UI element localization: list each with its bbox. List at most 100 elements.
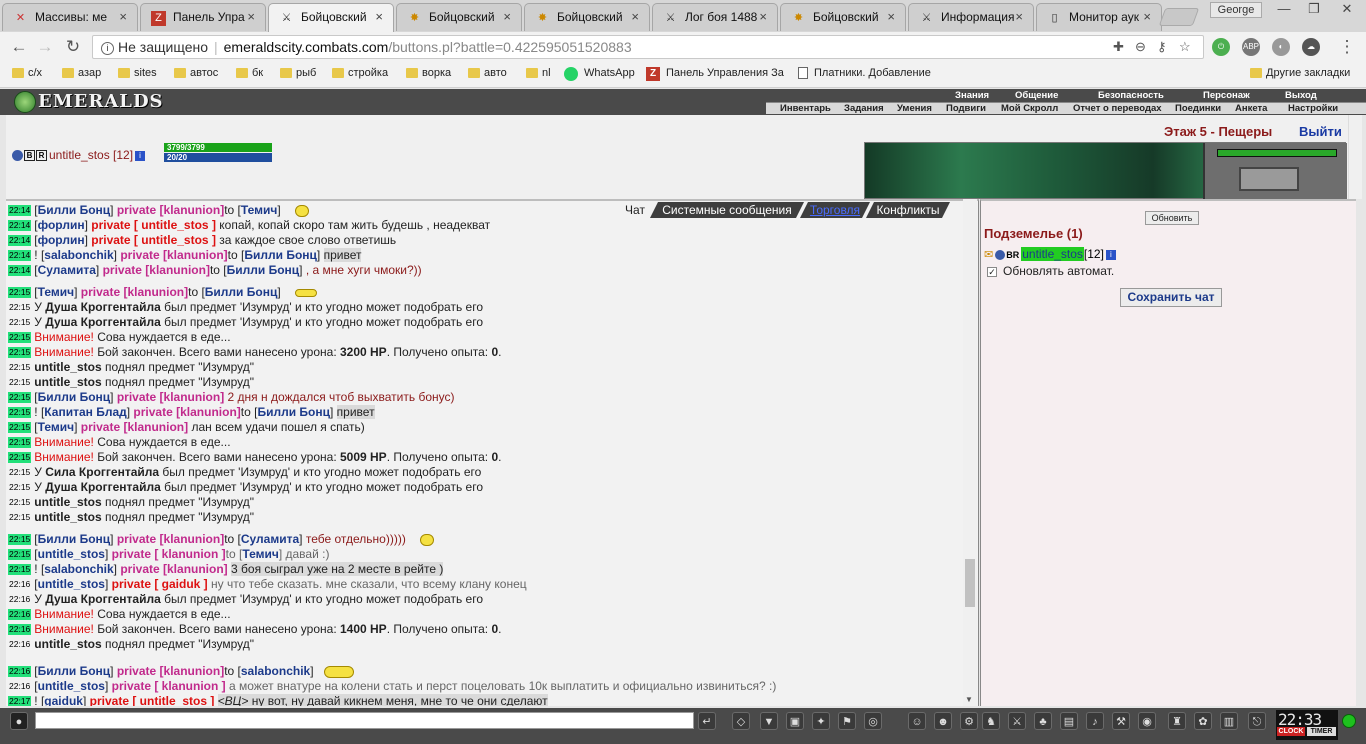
close-icon[interactable]: × [247, 9, 255, 24]
submenu-skills[interactable]: Умения [897, 103, 932, 114]
bookmark-folder[interactable]: nl [526, 67, 551, 79]
profile-button[interactable]: George [1210, 2, 1262, 18]
filter-icon[interactable]: ▼ [760, 712, 778, 730]
bookmark-star-icon[interactable]: ☆ [1179, 36, 1191, 58]
submenu-inventory[interactable]: Инвентарь [780, 103, 831, 114]
menu-communication[interactable]: Общение [1015, 90, 1058, 101]
bookmark-folder[interactable]: авто [468, 67, 507, 79]
info-icon[interactable]: i [101, 42, 114, 55]
bookmark-folder[interactable]: рыб [280, 67, 316, 79]
bookmark-folder[interactable]: стройка [332, 67, 388, 79]
browser-tab[interactable]: ▯ Монитор аук × [1036, 3, 1162, 31]
bookmark-folder[interactable]: ворка [406, 67, 451, 79]
tab-chat[interactable]: Чат [616, 202, 654, 218]
extension-icon[interactable]: ⏻ [1212, 38, 1230, 56]
bookmark-folder[interactable]: автос [174, 67, 218, 79]
info-icon[interactable]: i [135, 150, 146, 161]
save-chat-button[interactable]: Сохранить чат [1120, 288, 1222, 307]
eraser-icon[interactable]: ◇ [732, 712, 750, 730]
browser-tab[interactable]: ✸ Бойцовский × [396, 3, 522, 31]
close-icon[interactable]: × [119, 9, 127, 24]
save-icon[interactable]: ▣ [786, 712, 804, 730]
player-icon[interactable]: ● [10, 712, 28, 730]
menu-character[interactable]: Персонаж [1203, 90, 1250, 101]
bookmark-folder[interactable]: с/х [12, 67, 42, 79]
menu-knowledge[interactable]: Знания [955, 90, 989, 101]
tab-trade[interactable]: Торговля [800, 202, 870, 218]
book-icon[interactable]: ▥ [1220, 712, 1238, 730]
settings-icon[interactable]: ⚙ [960, 712, 978, 730]
shield-icon[interactable]: ◎ [864, 712, 882, 730]
refresh-button[interactable]: Обновить [1145, 211, 1199, 225]
clock-button[interactable]: CLOCK [1277, 727, 1305, 736]
exit-door-icon[interactable]: ⎋ [1248, 712, 1266, 730]
browser-tab-active[interactable]: ⚔ Бойцовский × [268, 3, 394, 32]
browser-tab[interactable]: ✸ Бойцовский × [780, 3, 906, 31]
bookmark-link[interactable]: Платники. Добавление [798, 67, 931, 79]
submenu-duels[interactable]: Поединки [1175, 103, 1221, 114]
close-icon[interactable]: × [1143, 9, 1151, 24]
auto-refresh[interactable]: ✓ Обновлять автомат. [987, 264, 1114, 278]
scroll-thumb[interactable] [965, 559, 975, 607]
occupant-name[interactable]: untitle_stos [1021, 247, 1084, 261]
hammer-icon[interactable]: ⚒ [1112, 712, 1130, 730]
flag-icon[interactable]: ⚑ [838, 712, 856, 730]
smiley-icon[interactable]: ☺ [908, 712, 926, 730]
key-icon[interactable]: ⚷ [1157, 36, 1167, 58]
bookmark-link[interactable]: Z Панель Управления За [646, 67, 784, 81]
close-icon[interactable]: × [759, 9, 767, 24]
extension-icon[interactable]: ◐ [1272, 38, 1290, 56]
close-icon[interactable]: × [631, 9, 639, 24]
close-icon[interactable]: × [1015, 9, 1023, 24]
tab-conflicts[interactable]: Конфликты [866, 202, 950, 218]
bookmark-folder-other[interactable]: Другие закладки [1250, 67, 1350, 79]
forward-icon[interactable]: → [34, 36, 56, 58]
browser-tab[interactable]: ✕ Массивы: ме × [2, 3, 138, 31]
menu-security[interactable]: Безопасность [1098, 90, 1164, 101]
bookmark-link[interactable]: WhatsApp [564, 67, 635, 81]
browser-tab[interactable]: ⚔ Информация × [908, 3, 1034, 31]
extension-icon[interactable]: ☁ [1302, 38, 1320, 56]
puzzle-icon[interactable]: ✚ [1113, 36, 1124, 58]
maximize-icon[interactable]: ❐ [1300, 0, 1328, 20]
browser-tab[interactable]: Z Панель Упра × [140, 3, 266, 31]
potion-icon[interactable]: ♣ [1034, 712, 1052, 730]
back-icon[interactable]: ← [8, 36, 30, 58]
menu-exit[interactable]: Выход [1285, 90, 1317, 101]
chest-icon[interactable]: ▤ [1060, 712, 1078, 730]
whisper-icon[interactable]: ✉ [984, 249, 993, 261]
chat-scrollbar[interactable]: ▼ [963, 199, 977, 706]
close-icon[interactable]: × [375, 9, 383, 24]
close-icon[interactable]: × [887, 9, 895, 24]
submenu-settings[interactable]: Настройки [1288, 103, 1338, 114]
auto-refresh-checkbox[interactable]: ✓ [987, 266, 997, 277]
close-window-icon[interactable]: ✕ [1332, 0, 1362, 20]
dungeon-nav-button[interactable] [1239, 167, 1299, 191]
bag-icon[interactable]: ♞ [982, 712, 1000, 730]
new-tab-button[interactable] [1158, 8, 1200, 26]
room-occupant[interactable]: ✉ BR untitle_stos[12] i [984, 247, 1116, 263]
bookmark-folder[interactable]: sites [118, 67, 157, 79]
scroll-icon[interactable]: ♪ [1086, 712, 1104, 730]
castle-icon[interactable]: ♜ [1168, 712, 1186, 730]
reload-icon[interactable]: ↻ [62, 36, 84, 58]
exit-link[interactable]: Выйти [1299, 124, 1342, 139]
submenu-transfers[interactable]: Отчет о переводах [1073, 103, 1162, 114]
browser-tab[interactable]: ✸ Бойцовский × [524, 3, 650, 31]
scroll-down-icon[interactable]: ▼ [965, 695, 973, 704]
submenu-profile[interactable]: Анкета [1235, 103, 1267, 114]
submenu-achievements[interactable]: Подвиги [946, 103, 986, 114]
sword-icon[interactable]: ⚔ [1008, 712, 1026, 730]
bookmark-folder[interactable]: азар [62, 67, 101, 79]
mirror-icon[interactable]: ◉ [1138, 712, 1156, 730]
tab-system-messages[interactable]: Системные сообщения [650, 202, 804, 218]
zoom-icon[interactable]: ⊖ [1135, 36, 1146, 58]
submenu-quests[interactable]: Задания [844, 103, 884, 114]
minimize-icon[interactable]: — [1270, 0, 1298, 20]
top-scrollbar[interactable] [1348, 115, 1362, 199]
browser-tab[interactable]: ⚔ Лог боя 1488 × [652, 3, 778, 31]
menu-dots-icon[interactable]: ⋮ [1336, 36, 1358, 58]
timer-button[interactable]: TIMER [1307, 727, 1336, 736]
fighter-icon[interactable]: ✦ [812, 712, 830, 730]
face-icon[interactable]: ☻ [934, 712, 952, 730]
